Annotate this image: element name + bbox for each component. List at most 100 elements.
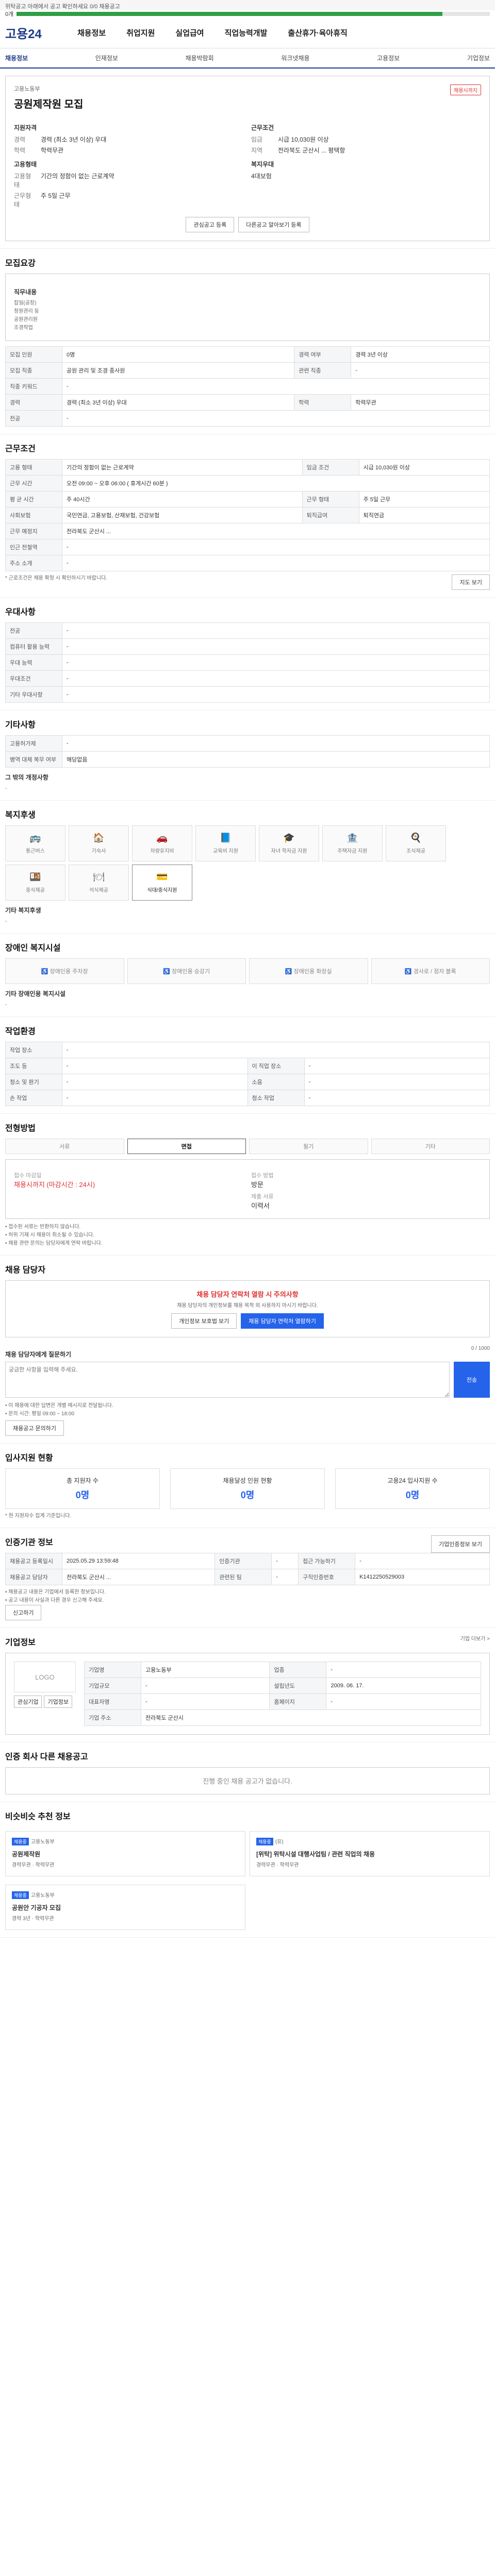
cert-button[interactable]: 기업인증정보 보기: [431, 1535, 490, 1553]
table-header-cell: 퇴직급여: [302, 507, 359, 523]
table-cell: -: [62, 670, 490, 687]
table-row: 기업명 고용노동부 업종 -: [84, 1662, 481, 1678]
status-badge: 채용중: [256, 1838, 273, 1845]
sub-nav: 채용정보 인재정보 채용박람회 워크넷채용 고용정보 기업정보: [0, 48, 495, 69]
table-cell: 전라북도 군산시 ...: [62, 523, 490, 539]
table-cell: 퇴직연금: [358, 507, 490, 523]
table-row: 채용공고 담당자 전라북도 군산시 ... 관련된 팀 - 구직인증번호 K1412250…: [5, 1569, 490, 1585]
table-cell: 오전 09:00 ~ 오후 06:00 ( 휴게시간 60분 ): [62, 475, 490, 492]
company-more-link[interactable]: 기업 더보기 >: [460, 1635, 490, 1653]
company-name: 고용노동부: [14, 86, 40, 92]
qual-title: 지원자격: [14, 124, 37, 131]
work-note: * 근로조건은 채용 확정 시 확인하시기 바랍니다.: [5, 575, 108, 581]
similar-meta: 경력무관 · 학력무관: [256, 1862, 299, 1868]
env-title: 작업환경: [5, 1027, 36, 1036]
apply-section: 입사지원 현황 총 지원자 수 0명 채용달성 인원 현황 0명 고용24 입사지원 수…: [0, 1444, 495, 1528]
table-header-cell: 경력: [5, 394, 62, 411]
nav-item[interactable]: 출산휴가·육아휴직: [288, 27, 347, 38]
table-cell: 주 5일 근무: [358, 491, 490, 507]
nav-item[interactable]: 취업지원: [126, 27, 155, 38]
table-cell: -: [271, 1553, 299, 1569]
site-logo[interactable]: 고용24: [5, 24, 77, 42]
similar-job-card[interactable]: 채용중 고용노동부 공원안 기공자 모집 경력 3년 · 학력무관: [5, 1885, 245, 1930]
table-header-cell: 기업규모: [84, 1677, 141, 1694]
nav-item[interactable]: 직업능력개발: [225, 27, 268, 38]
benefit-icon: 🏦: [346, 833, 358, 843]
extra-label: 그 밖의 개정사항: [5, 774, 48, 781]
table-cell: -: [140, 1677, 270, 1694]
similar-job-card[interactable]: 채용중 고용노동부 공원제작원 경력무관 · 학력무관: [5, 1831, 245, 1876]
reg-title: 인증기관 정보: [5, 1538, 53, 1547]
table-row: 병역 대체 복무 여부 해당없음: [5, 751, 490, 768]
job-summary: 채용시까지 고용노동부 공원제작원 모집 지원자격 경력 경력 (최소 3년 이상…: [0, 69, 495, 249]
cond-label: 고용형태: [14, 173, 31, 189]
nav-item[interactable]: 채용정보: [77, 27, 106, 38]
similar-meta: 경력 3년 · 학력무관: [12, 1916, 54, 1922]
table-cell: -: [271, 1569, 299, 1585]
benefit-label: 자녀 학자금 지원: [271, 849, 307, 854]
company-info-button[interactable]: 기업정보: [44, 1696, 72, 1708]
subnav-item[interactable]: 채용박람회: [186, 54, 214, 62]
process-title: 전형방법: [5, 1124, 36, 1133]
favorite-button[interactable]: 관심공고 등록: [186, 217, 235, 232]
nav-item[interactable]: 실업급여: [175, 27, 204, 38]
similar-job-card[interactable]: 채용중 (유) [위탁] 위탁시설 대행사업팀 / 관련 직업의 채용 경력무관 · …: [250, 1831, 490, 1876]
benefit-label: 교육비 지원: [213, 849, 238, 854]
table-row: 사회보험 국민연금, 고용보험, 산재보험, 건강보험 퇴직급여 퇴직연금: [5, 507, 490, 523]
other-jobs-button[interactable]: 다른공고 알아보기 등록: [238, 217, 309, 232]
subnav-item[interactable]: 기업정보: [467, 54, 490, 62]
table-row: 평 균 시간 주 40시간 근무 형태 주 5일 근무: [5, 491, 490, 507]
table-cell: -: [62, 378, 490, 395]
table-cell: K1412250529003: [355, 1569, 490, 1585]
table-header-cell: 설립년도: [269, 1677, 327, 1694]
subnav-item[interactable]: 인재정보: [95, 54, 118, 62]
pref-table: 전공 - 컴퓨터 활용 능력 - 우대 능력 - 우대조건 - 기타 우대사항 -: [5, 622, 490, 703]
table-cell: 학력무관: [351, 394, 490, 411]
subnav-item[interactable]: 채용정보: [5, 54, 28, 62]
duty-line: 조경작업: [14, 325, 33, 331]
duty-box: 직무내용 잡일(공장) 정원관리 등 공원관리원 조경작업: [5, 274, 490, 341]
table-header-cell: 우대 능력: [5, 654, 62, 671]
progress-bar: [16, 12, 490, 16]
table-row: 손 작업 - 청소 작업 -: [5, 1090, 490, 1106]
work-table: 고용 형태 기간의 정함이 없는 근로계약 임금 조건 시급 10,030원 이상 근무…: [5, 459, 490, 571]
table-header-cell: 평 균 시간: [5, 491, 62, 507]
table-row: 근무 예정지 전라북도 군산시 ...: [5, 523, 490, 539]
table-header-cell: 인증기관: [214, 1553, 272, 1569]
map-button[interactable]: 지도 보기: [452, 574, 490, 590]
send-button[interactable]: 전송: [454, 1362, 490, 1398]
benefit-icon: 🍽: [93, 872, 105, 882]
table-header-cell: 업종: [269, 1662, 327, 1678]
fav-company-button[interactable]: 관심기업: [14, 1696, 42, 1708]
process-box: 접수 마감일 채용시까지 (마감시간 : 24시) 접수 방법 방문 제출 서류…: [5, 1159, 490, 1219]
subnav-item[interactable]: 고용정보: [377, 54, 400, 62]
subnav-item[interactable]: 워크넷채용: [281, 54, 309, 62]
table-cell: 0명: [61, 346, 295, 363]
work-cond-title: 근무조건: [251, 124, 274, 131]
others-empty: 진행 중인 채용 공고가 없습니다.: [5, 1767, 490, 1794]
table-cell: 2009. 06. 17.: [326, 1677, 481, 1694]
table-header-cell: 손 작업: [5, 1090, 62, 1106]
table-header-cell: 전공: [5, 622, 62, 639]
table-row: 모집 직종 공원 관리 및 조경 종사원 관련 직종 -: [5, 362, 490, 379]
table-header-cell: 병역 대체 복무 여부: [5, 751, 62, 768]
main-nav: 채용정보 취업지원 실업급여 직업능력개발 출산휴가·육아휴직: [77, 27, 490, 38]
table-cell: 국민연금, 고용보험, 산재보험, 건강보험: [62, 507, 303, 523]
view-contact-button[interactable]: 채용 담당자 연락처 열람하기: [241, 1313, 324, 1329]
benefit-label: 조식제공: [406, 849, 425, 854]
contact-warn-desc: 채용 담당자의 개인정보를 채용 목적 외 사용하지 마시기 바랍니다.: [177, 1303, 318, 1309]
table-header-cell: 작업 장소: [5, 1042, 62, 1058]
report-button[interactable]: 신고하기: [5, 1605, 42, 1620]
privacy-button[interactable]: 개인정보 보호법 보기: [171, 1313, 237, 1329]
inquiry-input[interactable]: [5, 1362, 450, 1398]
benefit-label: 통근버스: [26, 849, 45, 854]
method-label: 접수 방법: [251, 1173, 274, 1179]
inquiry-more-button[interactable]: 채용공고 문의하기: [5, 1420, 64, 1436]
duty-title: 직무내용: [14, 289, 37, 296]
exp-value: 경력 (최소 3년 이상) 우대: [41, 136, 107, 143]
table-cell: -: [355, 1553, 490, 1569]
company-table: 기업명 고용노동부 업종 - 기업규모 - 설립년도 2009. 06. 17. 대표자명 - 홈페…: [84, 1662, 481, 1726]
table-cell: -: [140, 1693, 270, 1710]
table-cell: 시급 10,030원 이상: [358, 459, 490, 476]
apply-stat: 총 지원자 수 0명: [5, 1468, 160, 1509]
